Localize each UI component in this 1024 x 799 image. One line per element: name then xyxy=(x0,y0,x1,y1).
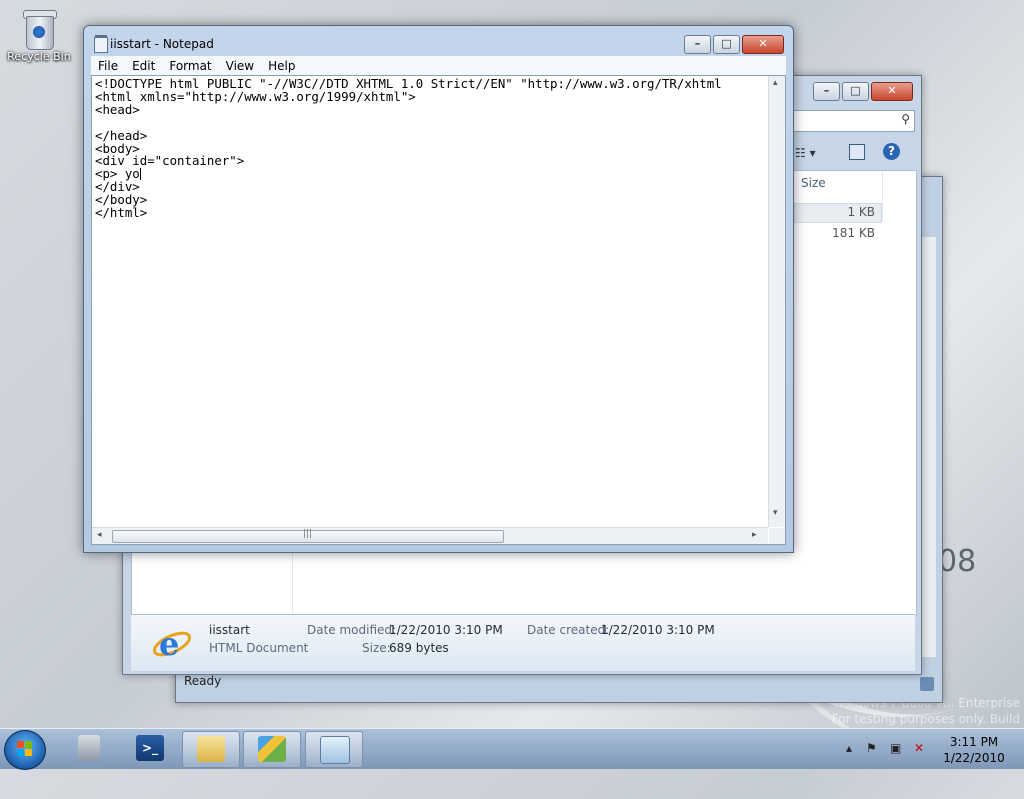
clock-time: 3:11 PM xyxy=(949,735,999,749)
recycle-bin-icon xyxy=(23,10,57,50)
volume-muted-icon[interactable]: ✕ xyxy=(914,741,924,755)
help-icon[interactable]: ? xyxy=(883,143,900,160)
file-size-2: 181 KB xyxy=(832,226,875,240)
vertical-scrollbar[interactable]: ▴ ▾ xyxy=(768,76,785,527)
menu-view[interactable]: View xyxy=(219,59,261,73)
svg-text:e: e xyxy=(159,625,179,663)
system-clock[interactable]: 3:11 PM 1/22/2010 xyxy=(934,734,1014,766)
details-file-name: iisstart xyxy=(209,623,250,637)
windows-logo-icon xyxy=(17,741,33,757)
text-after-caret: </div> </body> </html> xyxy=(95,179,148,221)
menu-edit[interactable]: Edit xyxy=(125,59,162,73)
details-modified-value: 1/22/2010 3:10 PM xyxy=(389,623,503,637)
view-options-icon[interactable]: ☷ ▾ xyxy=(795,146,816,160)
maximize-icon: □ xyxy=(721,37,732,50)
window-title: iisstart - Notepad xyxy=(110,37,214,51)
minimize-icon: – xyxy=(694,37,701,50)
close-icon: ✕ xyxy=(758,37,768,50)
iis-manager-icon xyxy=(258,736,286,762)
text-caret xyxy=(139,168,141,181)
clock-date: 1/22/2010 xyxy=(943,751,1005,765)
search-icon: ⚲ xyxy=(901,112,910,126)
minimize-icon: – xyxy=(823,84,830,97)
minimize-button[interactable]: – xyxy=(813,82,840,101)
close-button[interactable]: ✕ xyxy=(742,35,784,54)
size-grip[interactable] xyxy=(769,528,785,544)
notepad-caption-buttons: – □ ✕ xyxy=(684,35,784,54)
maximize-icon: □ xyxy=(850,84,861,97)
explorer-toolbar: ☷ ▾ ? xyxy=(791,140,915,170)
taskbar-explorer[interactable] xyxy=(182,731,240,768)
recycle-bin-label: Recycle Bin xyxy=(7,50,71,63)
details-modified-label: Date modified: xyxy=(307,623,397,637)
maximize-button[interactable]: □ xyxy=(842,82,869,101)
taskbar-powershell[interactable]: >_ xyxy=(122,731,178,766)
scroll-up-arrow-icon[interactable]: ▴ xyxy=(773,78,778,88)
details-pane: e iisstart HTML Document Date modified: … xyxy=(131,614,915,671)
folder-icon xyxy=(197,736,225,762)
explorer-back-scrollbar[interactable] xyxy=(921,237,936,657)
search-input[interactable]: ⚲ xyxy=(793,110,915,132)
text-editor[interactable]: <!DOCTYPE html PUBLIC "-//W3C//DTD XHTML… xyxy=(91,75,786,545)
menu-format[interactable]: Format xyxy=(162,59,218,73)
show-hidden-icons-icon[interactable]: ▴ xyxy=(846,741,852,755)
notepad-icon xyxy=(94,35,108,53)
recycle-bin[interactable]: Recycle Bin xyxy=(4,6,74,63)
action-center-flag-icon[interactable]: ⚑ xyxy=(866,741,877,755)
start-button[interactable] xyxy=(4,730,46,770)
server-manager-icon xyxy=(78,735,100,761)
horizontal-scroll-thumb[interactable]: ||| xyxy=(112,529,504,543)
taskbar-notepad[interactable] xyxy=(305,731,363,768)
taskbar-server-manager[interactable] xyxy=(62,731,118,766)
scroll-right-arrow-icon[interactable]: ▸ xyxy=(752,530,757,540)
explorer-caption-buttons: – □ ✕ xyxy=(813,82,913,101)
details-file-type: HTML Document xyxy=(209,641,309,655)
ie-document-icon: e xyxy=(151,623,192,663)
scroll-down-arrow-icon[interactable]: ▾ xyxy=(773,508,778,518)
preview-pane-icon[interactable] xyxy=(849,144,865,160)
taskbar-iis-manager[interactable] xyxy=(243,731,301,768)
network-icon[interactable]: ▣ xyxy=(890,741,901,755)
wallpaper-text: 08 xyxy=(938,544,977,579)
column-header-size[interactable]: Size xyxy=(801,176,826,190)
notepad-window[interactable]: iisstart - Notepad – □ ✕ File Edit Forma… xyxy=(83,25,794,553)
status-bar-text: Ready xyxy=(184,674,222,688)
taskbar: >_ ▴ ⚑ ▣ ✕ 3:11 PM 1/22/2010 xyxy=(0,728,1024,770)
grip-icon: ||| xyxy=(303,529,313,539)
close-icon: ✕ xyxy=(887,84,897,97)
minimize-button[interactable]: – xyxy=(684,35,711,54)
editor-content[interactable]: <!DOCTYPE html PUBLIC "-//W3C//DTD XHTML… xyxy=(95,78,765,524)
details-created-value: 1/22/2010 3:10 PM xyxy=(601,623,715,637)
menu-file[interactable]: File xyxy=(91,59,125,73)
scroll-left-arrow-icon[interactable]: ◂ xyxy=(97,530,102,540)
powershell-icon: >_ xyxy=(136,735,164,761)
maximize-button[interactable]: □ xyxy=(713,35,740,54)
details-size-label: Size: xyxy=(362,641,391,655)
file-size-1: 1 KB xyxy=(847,205,875,219)
details-created-label: Date created: xyxy=(527,623,610,637)
details-size-value: 689 bytes xyxy=(389,641,449,655)
notepad-icon xyxy=(320,736,350,764)
status-bar-icon xyxy=(920,677,934,691)
close-button[interactable]: ✕ xyxy=(871,82,913,101)
text-before-caret: <!DOCTYPE html PUBLIC "-//W3C//DTD XHTML… xyxy=(95,78,722,182)
menu-help[interactable]: Help xyxy=(261,59,302,73)
menu-bar: File Edit Format View Help xyxy=(91,56,786,75)
horizontal-scrollbar[interactable]: ◂ ||| ▸ xyxy=(92,527,768,544)
